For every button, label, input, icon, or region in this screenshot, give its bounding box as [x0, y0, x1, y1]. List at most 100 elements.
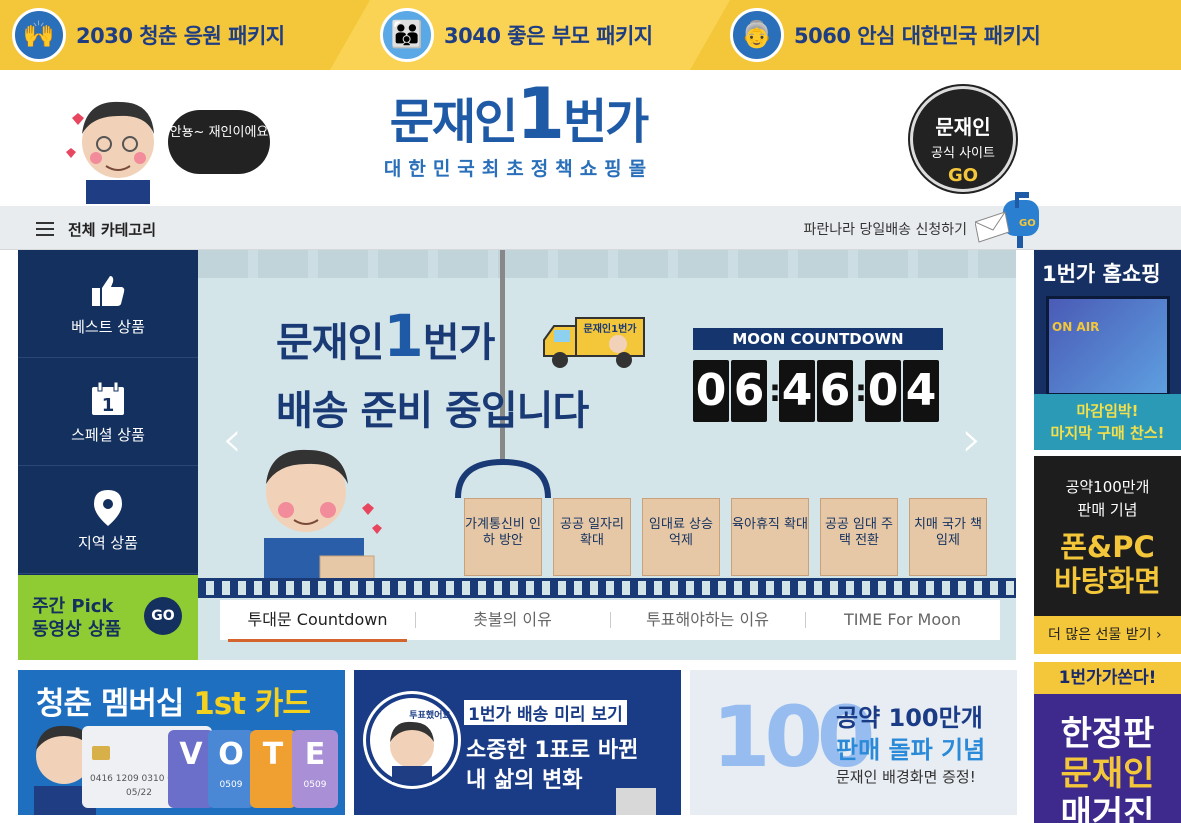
site-logo[interactable]: 문재인1번가 대한민국최초정책쇼핑몰 [376, 79, 661, 194]
vote-sub: 0509 [219, 780, 243, 790]
vote-card-e: E 0509 [292, 730, 338, 808]
hero-title-line2: 배송 준비 중입니다 [276, 388, 589, 434]
policy-box-4[interactable]: 육아휴직 확대 [731, 498, 809, 576]
hero-title-one: 1 [383, 302, 423, 370]
promo-3040[interactable]: 👪 3040 좋은 부모 패키지 [380, 0, 653, 70]
card-expiry: 05/22 [126, 788, 152, 798]
hero-tabs: 투대문 Countdown 촛불의 이유 투표해야하는 이유 TIME For … [220, 600, 1000, 642]
tab-countdown[interactable]: 투대문 Countdown [220, 600, 415, 642]
countdown-digit: 6 [817, 360, 853, 422]
vote-letter: O [218, 737, 244, 772]
sidebar-label-local: 지역 상품 [78, 534, 138, 552]
mail-go-text: GO [1019, 218, 1036, 229]
pick-go-icon: GO [144, 597, 182, 635]
family-avatar-icon: 👪 [380, 8, 434, 62]
hero-title-line1: 문재인1번가 [276, 302, 496, 370]
tab-candlelight[interactable]: 촛불의 이유 [415, 600, 610, 640]
hero-title-pre: 문재인 [276, 320, 384, 366]
official-site-button[interactable]: 문재인 공식 사이트 GO [910, 86, 1016, 192]
policy-box-label: 치매 국가 책임제 [913, 517, 983, 548]
limited-top: 1번가가쏜다! [1034, 662, 1181, 694]
location-pin-icon [18, 490, 198, 526]
homeshop-l1: 마감임박! [1076, 402, 1139, 420]
tv-icon [1046, 296, 1170, 396]
card-chip-icon [92, 746, 110, 760]
vote-card-t: T [250, 730, 296, 808]
hero-banner: 문재인1번가 배송 준비 중입니다 문재인1번가 MOON COUNTDOWN … [198, 250, 1016, 660]
weekly-pick-text: 주간 Pick 동영상 상품 [32, 595, 121, 641]
limited-l2: 문재인 [1060, 754, 1155, 794]
policy-box-label: 가계통신비 인하 방안 [465, 517, 541, 548]
delivery-truck-icon: 문재인1번가 [543, 317, 645, 368]
policy-box-1[interactable]: 가계통신비 인하 방안 [464, 498, 542, 576]
weekly-pick-button[interactable]: 주간 Pick 동영상 상품 GO [18, 575, 198, 660]
chevron-right-icon[interactable]: › [962, 410, 982, 468]
promo-5060-label: 5060 안심 대한민국 패키지 [794, 24, 1041, 48]
delivery-preview-l1: 1번가 배송 미리 보기 [464, 700, 627, 725]
countdown-colon: : [769, 373, 781, 409]
policy-box-5[interactable]: 공공 임대 주택 전환 [820, 498, 898, 576]
membership-card-banner[interactable]: 청춘 멤버십 1st 카드 0416 1209 0310 0509 05/22 … [18, 670, 345, 815]
vote-letter: T [262, 737, 284, 772]
more-gifts-link[interactable]: 더 많은 선물 받기 › [1034, 616, 1181, 654]
policy-box-6[interactable]: 치매 국가 책임제 [909, 498, 987, 576]
countdown-digit: 4 [903, 360, 939, 422]
delivery-preview-l2: 소중한 1표로 바뀐 [466, 738, 639, 763]
policy-box-label: 임대료 상승 억제 [649, 517, 713, 548]
ballot-box-icon [616, 788, 656, 815]
delivery-request-link[interactable]: 파란나라 당일배송 신청하기 [804, 219, 967, 239]
limited-l3: 매거진 [1060, 794, 1155, 823]
logo-one: 1 [516, 73, 565, 155]
vote-letter: E [304, 737, 326, 772]
sidebar-item-special[interactable]: 1 스페셜 상품 [18, 358, 198, 466]
gift-caption: 공약100만개 판매 기념 [1034, 476, 1181, 522]
gift-b1: 폰&PC [1060, 530, 1155, 564]
limited-l1: 한정판 [1060, 714, 1155, 754]
sidebar-label-special: 스페셜 상품 [71, 426, 145, 444]
promo-5060[interactable]: 👵 5060 안심 대한민국 패키지 [730, 0, 1041, 70]
badge-text: 투표했어요 [409, 709, 451, 721]
policy-box-3[interactable]: 임대료 상승 억제 [642, 498, 720, 576]
limited-magazine-banner[interactable]: 1번가가쏜다! 한정판 문재인 매거진 [1034, 662, 1181, 823]
tab-time-for-moon[interactable]: TIME For Moon [805, 600, 1000, 640]
sales-milestone-banner[interactable]: 100 공약 100만개 판매 돌파 기념 문재인 배경화면 증정! [690, 670, 1017, 815]
pick-line1: 주간 Pick [32, 596, 114, 617]
mailbox-icon[interactable]: GO [975, 192, 1041, 248]
promo-3040-label: 3040 좋은 부모 패키지 [444, 24, 653, 48]
onair-label: ON AIR [1052, 320, 1100, 334]
logo-pre: 문재인 [389, 94, 518, 150]
voted-badge-art: 투표했어요 [390, 709, 451, 782]
mascot-avatar [66, 101, 154, 204]
official-l2: 공식 사이트 [931, 146, 995, 161]
speech-bubble: 안뇽~ 재인이에요 [168, 110, 270, 174]
tab-why-vote[interactable]: 투표해야하는 이유 [610, 600, 805, 640]
sidebar-item-local[interactable]: 지역 상품 [18, 466, 198, 574]
promo-2030[interactable]: 🙌 2030 청춘 응원 패키지 [12, 0, 285, 70]
pick-line2: 동영상 상품 [32, 619, 122, 640]
milestone-l2: 판매 돌파 기념 [836, 736, 986, 764]
countdown-digit: 0 [693, 360, 729, 422]
chevron-left-icon[interactable]: ‹ [222, 410, 242, 468]
hero-title-post: 번가 [422, 320, 496, 366]
countdown-colon: : [855, 373, 867, 409]
logo-title: 문재인1번가 [376, 79, 661, 152]
milestone-l3: 문재인 배경화면 증정! [836, 768, 976, 786]
site-header: 안뇽~ 재인이에요 문재인1번가 대한민국최초정책쇼핑몰 문재인 공식 사이트 … [0, 70, 1181, 206]
menu-icon[interactable] [36, 222, 54, 236]
gift-b2: 바탕화면 [1054, 564, 1161, 598]
conveyor-belt [198, 578, 1016, 598]
sidebar-label-best: 베스트 상품 [71, 318, 145, 336]
policy-box-2[interactable]: 공공 일자리 확대 [553, 498, 631, 576]
crane-claw [455, 458, 551, 499]
all-categories-link[interactable]: 전체 카테고리 [68, 219, 156, 240]
delivery-preview-banner[interactable]: 투표했어요 1번가 배송 미리 보기 소중한 1표로 바뀐 내 삶의 변화 [354, 670, 681, 815]
card-title-hl: 1st 카드 [193, 686, 311, 722]
countdown-digit: 0 [865, 360, 901, 422]
homeshop-title: 1번가 홈쇼핑 [1042, 262, 1161, 286]
wallpaper-gift-banner[interactable]: 공약100만개 판매 기념 폰&PC 바탕화면 [1034, 456, 1181, 616]
sidebar-item-best[interactable]: 베스트 상품 [18, 250, 198, 358]
homeshopping-banner[interactable]: 1번가 홈쇼핑 ON AIR 마감임박! 마지막 구매 찬스! [1034, 250, 1181, 450]
homeshop-deadline: 마감임박! 마지막 구매 찬스! [1034, 394, 1181, 450]
promo-2030-label: 2030 청춘 응원 패키지 [76, 24, 285, 48]
ceiling-rail [198, 250, 1016, 278]
